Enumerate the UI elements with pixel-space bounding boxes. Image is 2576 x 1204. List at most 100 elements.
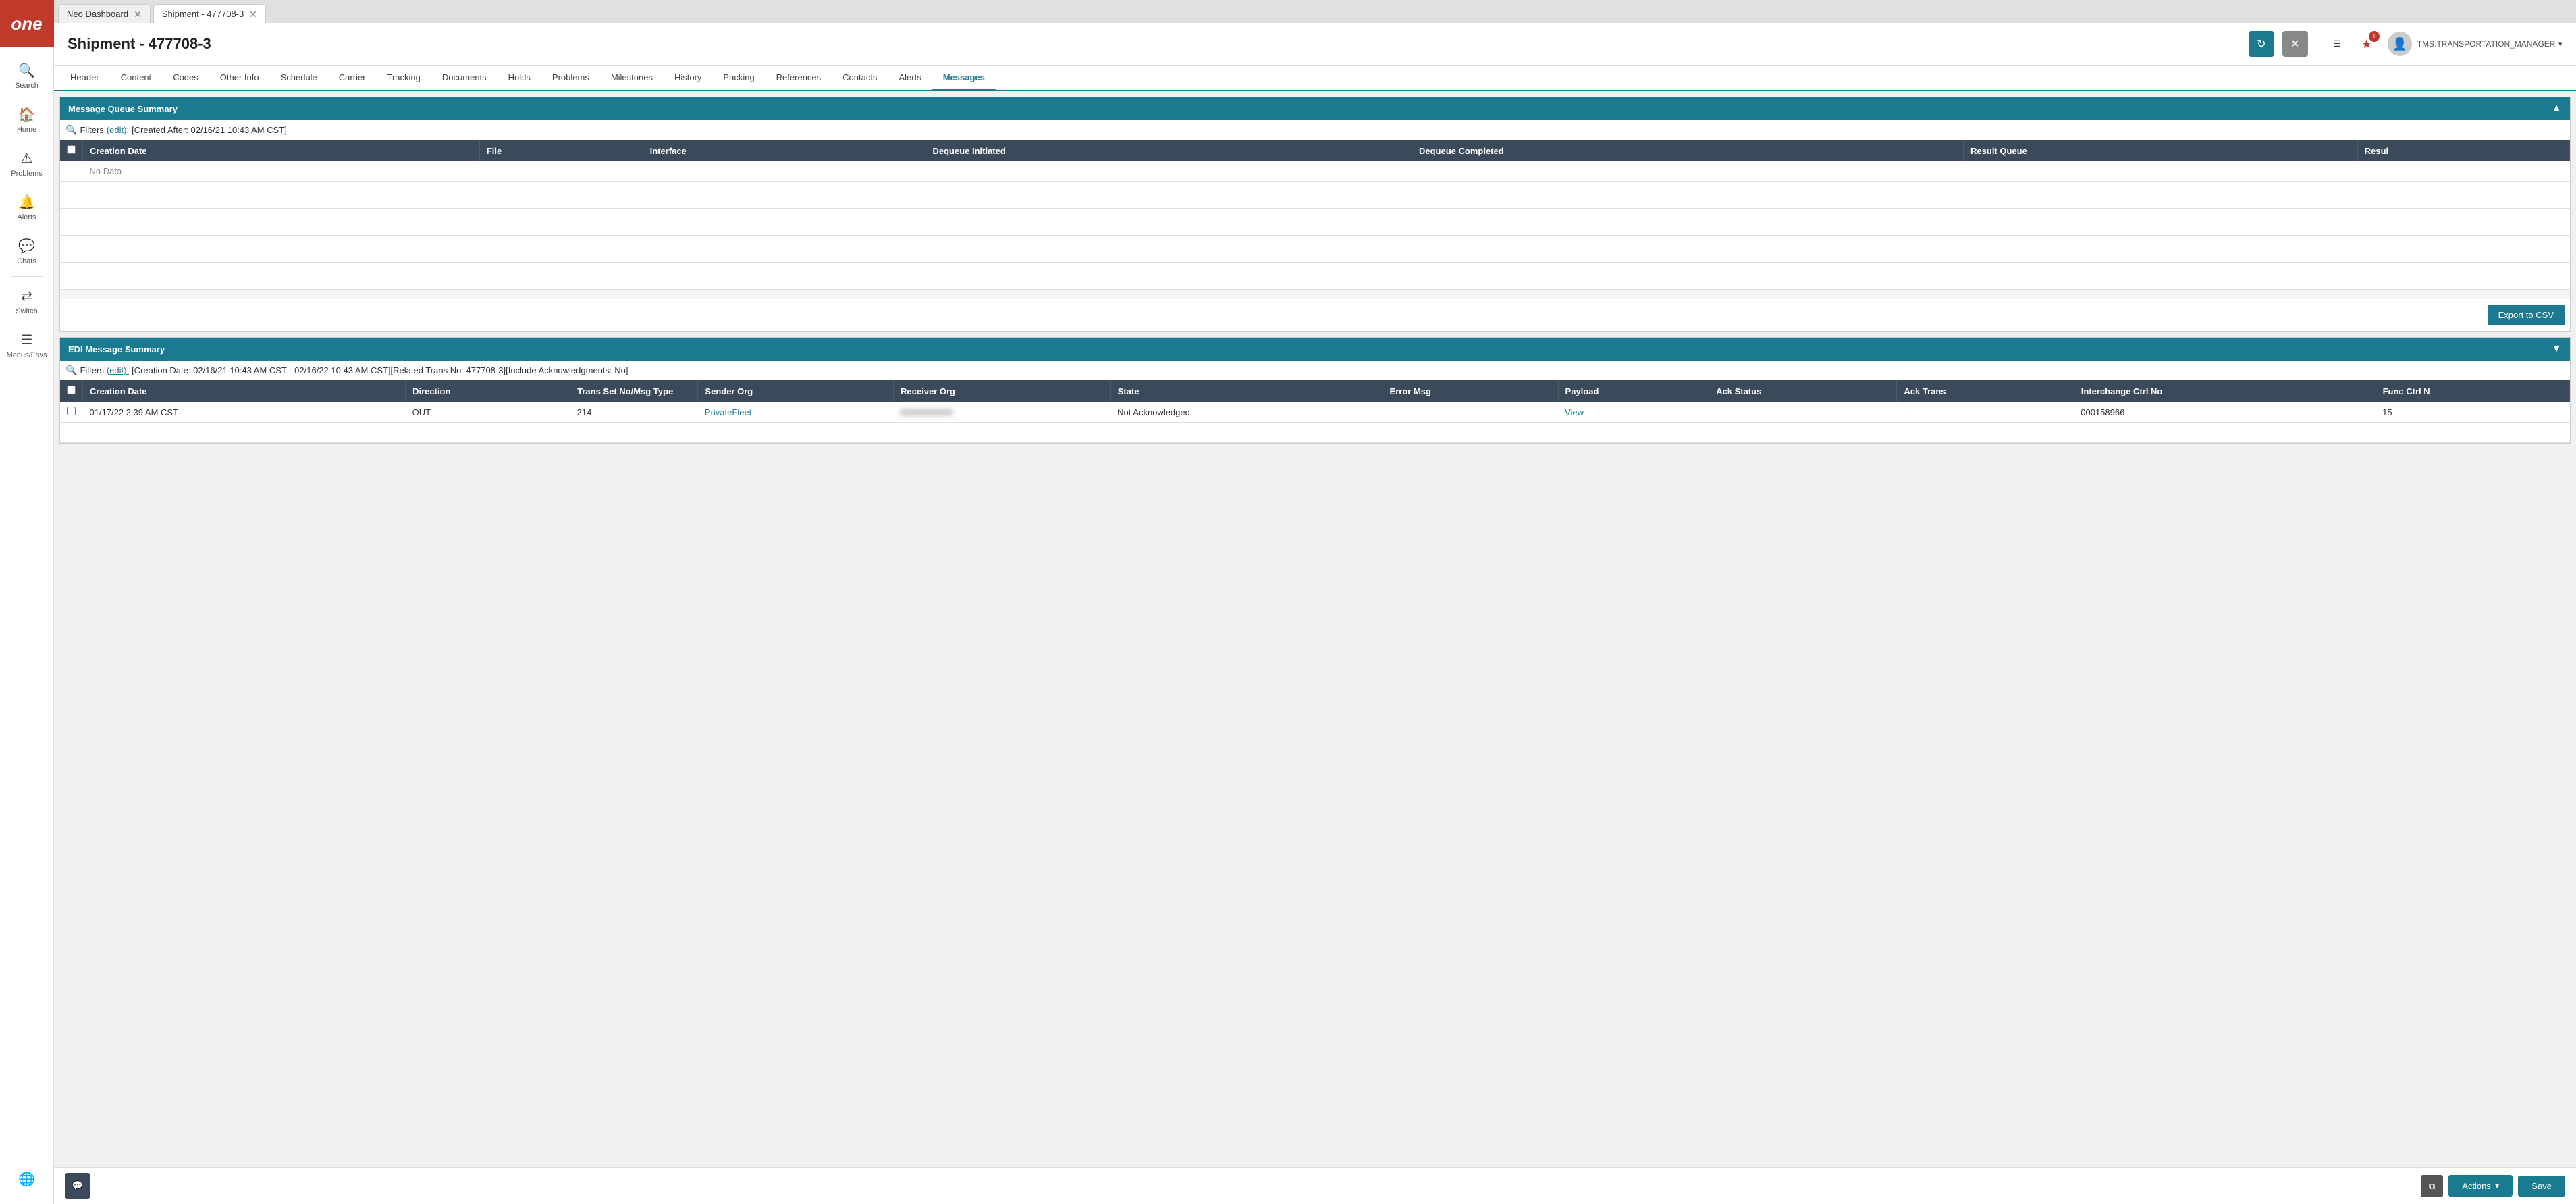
edi-cell-direction: OUT: [406, 402, 570, 423]
browser-tab-neo-close[interactable]: ✕: [134, 9, 142, 19]
sidebar-item-menus-favs[interactable]: ☰ Menus/Favs: [0, 323, 53, 367]
sidebar-item-globe[interactable]: 🌐: [0, 1163, 53, 1199]
browser-tab-neo-dashboard[interactable]: Neo Dashboard ✕: [58, 4, 151, 23]
edi-filter-edit-link[interactable]: (edit):: [107, 365, 129, 375]
edi-col-checkbox: [60, 380, 83, 402]
edi-col-ack-status: Ack Status: [1709, 380, 1897, 402]
edi-section-collapse-icon[interactable]: ▼: [2551, 343, 2562, 355]
menu-icon-button[interactable]: ☰: [2324, 31, 2350, 57]
tab-messages[interactable]: Messages: [932, 66, 996, 91]
page-header: Shipment - 477708-3 ↻ ✕ ☰ ★ 1 👤 TMS.TRAN…: [54, 23, 2576, 66]
filter-label: Filters: [80, 125, 103, 135]
chats-icon: 💬: [18, 238, 35, 255]
tab-packing[interactable]: Packing: [712, 66, 765, 91]
tab-header[interactable]: Header: [59, 66, 110, 91]
user-dropdown[interactable]: TMS.TRANSPORTATION_MANAGER ▾: [2417, 38, 2562, 49]
search-icon: 🔍: [18, 62, 35, 79]
sidebar-item-search-label: Search: [15, 82, 38, 90]
tab-codes[interactable]: Codes: [162, 66, 209, 91]
copy-button[interactable]: ⧉: [2421, 1175, 2443, 1197]
actions-button[interactable]: Actions ▾: [2448, 1175, 2513, 1197]
inner-tab-bar: Header Content Codes Other Info Schedule…: [54, 66, 2576, 91]
tab-documents[interactable]: Documents: [431, 66, 498, 91]
browser-tab-neo-label: Neo Dashboard: [67, 9, 128, 19]
notification-badge: 1: [2369, 31, 2380, 42]
browser-tab-shipment[interactable]: Shipment - 477708-3 ✕: [153, 4, 266, 23]
payload-view-link[interactable]: View: [1565, 407, 1584, 417]
edi-cell-trans-set: 214: [570, 402, 698, 423]
tab-other-info[interactable]: Other Info: [209, 66, 270, 91]
edi-filter-label: Filters: [80, 365, 103, 375]
edi-cell-receiver-org: XXXXXXXXX: [894, 402, 1111, 423]
tab-problems[interactable]: Problems: [541, 66, 600, 91]
section-collapse-icon[interactable]: ▲: [2551, 103, 2562, 115]
mq-select-all-checkbox[interactable]: [67, 145, 76, 154]
mq-empty-row-2: [60, 209, 2570, 236]
tab-history[interactable]: History: [664, 66, 712, 91]
tab-tracking[interactable]: Tracking: [377, 66, 431, 91]
save-button[interactable]: Save: [2518, 1176, 2565, 1197]
edi-col-interchange-ctrl: Interchange Ctrl No: [2074, 380, 2376, 402]
edi-cell-sender-org[interactable]: PrivateFleet: [698, 402, 894, 423]
edi-col-sender-org: Sender Org: [698, 380, 894, 402]
message-queue-hscroll[interactable]: [60, 290, 2570, 299]
edi-row-checkbox[interactable]: [67, 407, 76, 415]
chat-fab-button[interactable]: 💬: [65, 1173, 90, 1199]
tab-content[interactable]: Content: [110, 66, 163, 91]
mq-col-creation-date: Creation Date: [83, 140, 480, 161]
tab-alerts[interactable]: Alerts: [888, 66, 932, 91]
filter-search-icon: 🔍: [65, 124, 77, 136]
footer: 💬 ⧉ Actions ▾ Save: [54, 1167, 2576, 1204]
tab-holds[interactable]: Holds: [498, 66, 541, 91]
tab-milestones[interactable]: Milestones: [600, 66, 664, 91]
edi-filter-row: 🔍 Filters (edit): [Creation Date: 02/16/…: [60, 361, 2570, 380]
filter-edit-link[interactable]: (edit):: [107, 125, 129, 135]
mq-empty-row-3: [60, 236, 2570, 263]
sidebar-item-home[interactable]: 🏠 Home: [0, 98, 53, 142]
browser-tab-shipment-close[interactable]: ✕: [249, 9, 257, 19]
mq-empty-row-4: [60, 263, 2570, 290]
sidebar-item-switch-label: Switch: [16, 307, 37, 315]
footer-right: ⧉ Actions ▾ Save: [2421, 1175, 2565, 1197]
edi-cell-payload[interactable]: View: [1558, 402, 1709, 423]
problems-icon: ⚠: [21, 150, 33, 167]
footer-left: 💬: [65, 1173, 90, 1199]
alerts-icon: 🔔: [18, 194, 35, 211]
edi-message-header: EDI Message Summary ▼: [60, 338, 2570, 361]
edi-message-title: EDI Message Summary: [68, 344, 165, 355]
sidebar-item-switch[interactable]: ⇄ Switch: [0, 280, 53, 323]
edi-select-all-checkbox[interactable]: [67, 386, 76, 394]
edi-col-state: State: [1110, 380, 1383, 402]
sidebar-item-chats[interactable]: 💬 Chats: [0, 230, 53, 273]
edi-empty-row: [60, 423, 2570, 443]
sender-org-link[interactable]: PrivateFleet: [705, 407, 751, 417]
user-role: TMS.TRANSPORTATION_MANAGER: [2417, 39, 2556, 49]
mq-col-file: File: [479, 140, 643, 161]
home-icon: 🏠: [18, 106, 35, 123]
tab-carrier[interactable]: Carrier: [328, 66, 377, 91]
close-button[interactable]: ✕: [2282, 31, 2308, 57]
edi-cell-creation-date: 01/17/22 2:39 AM CST: [83, 402, 406, 423]
sidebar-item-menus-label: Menus/Favs: [7, 351, 47, 359]
chat-fab-icon: 💬: [72, 1180, 83, 1191]
mq-no-data-text: No Data: [83, 161, 480, 182]
refresh-button[interactable]: ↻: [2249, 31, 2274, 57]
tab-schedule[interactable]: Schedule: [270, 66, 328, 91]
edi-row-checkbox-cell: [60, 402, 83, 423]
sidebar-item-problems[interactable]: ⚠ Problems: [0, 142, 53, 186]
export-to-csv-button[interactable]: Export to CSV: [2488, 305, 2565, 325]
actions-label: Actions: [2462, 1181, 2491, 1191]
sidebar-item-alerts[interactable]: 🔔 Alerts: [0, 186, 53, 230]
page-title: Shipment - 477708-3: [68, 35, 2240, 53]
app-logo[interactable]: one: [0, 0, 54, 47]
sidebar-item-alerts-label: Alerts: [17, 213, 36, 221]
star-button[interactable]: ★ 1: [2354, 31, 2380, 57]
receiver-org-value: XXXXXXXXX: [901, 407, 953, 417]
tab-references[interactable]: References: [766, 66, 832, 91]
edi-col-payload: Payload: [1558, 380, 1709, 402]
sidebar-item-search[interactable]: 🔍 Search: [0, 54, 53, 98]
sidebar-divider: [11, 276, 43, 277]
tab-contacts[interactable]: Contacts: [832, 66, 888, 91]
edi-col-error-msg: Error Msg: [1383, 380, 1558, 402]
edi-cell-func-ctrl: 15: [2376, 402, 2569, 423]
